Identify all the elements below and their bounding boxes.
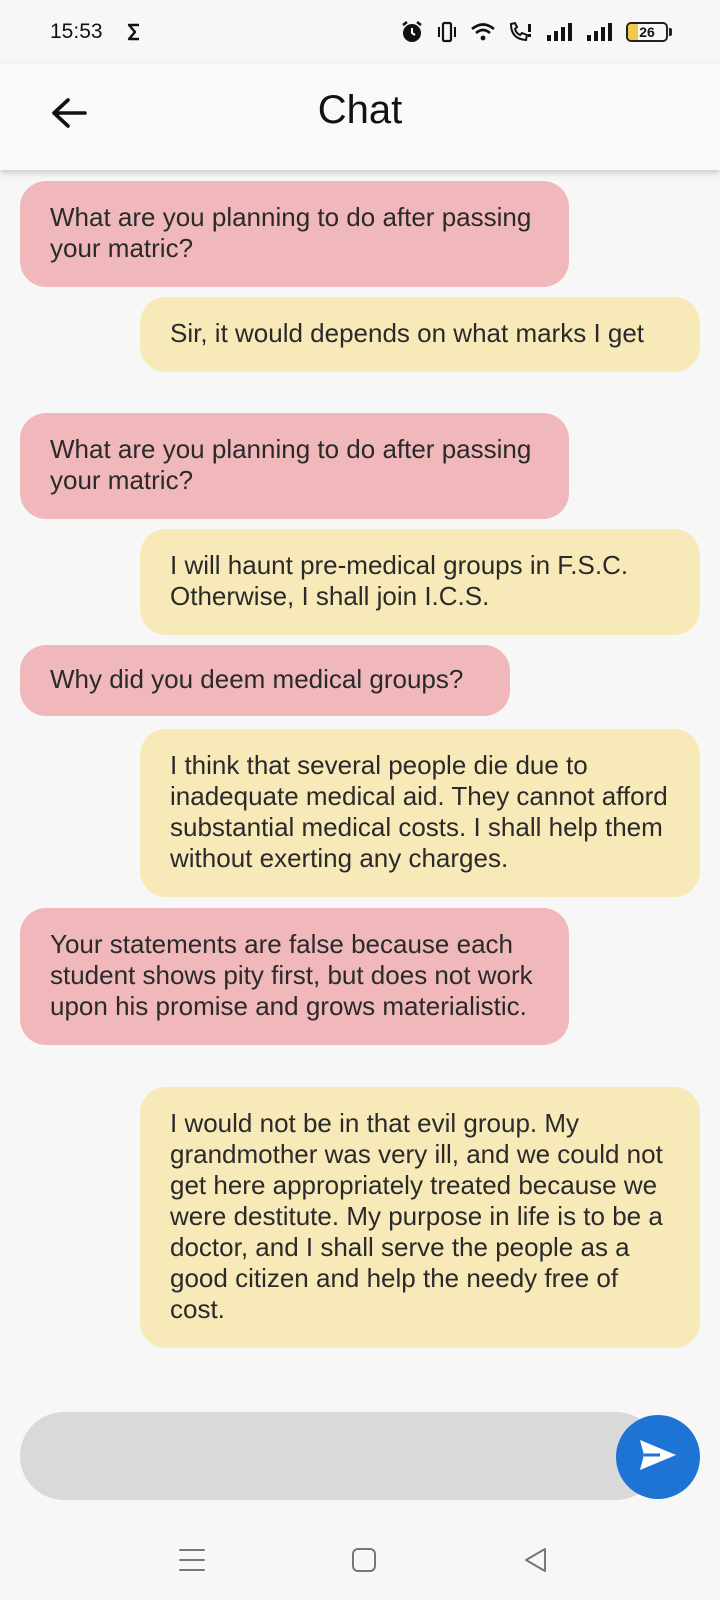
- status-left: 15:53: [50, 20, 143, 44]
- wifi-calling-icon: [508, 21, 534, 43]
- composer: [0, 1406, 720, 1506]
- battery-tip: [669, 28, 672, 36]
- message-received: Your statements are false because each s…: [20, 908, 569, 1045]
- battery-fill: [628, 24, 638, 40]
- message-received: What are you planning to do after passin…: [20, 413, 569, 519]
- status-right: 26: [400, 20, 672, 44]
- battery-body: 26: [626, 22, 668, 42]
- wifi-icon: [470, 21, 496, 43]
- status-time: 15:53: [50, 20, 103, 43]
- status-bar: 15:53 26: [0, 0, 720, 64]
- send-button[interactable]: [616, 1415, 700, 1499]
- home-button[interactable]: [344, 1542, 384, 1582]
- message-sent: I will haunt pre-medical groups in F.S.C…: [140, 529, 700, 635]
- signal-2-icon: [586, 21, 614, 43]
- battery-level: 26: [639, 24, 655, 40]
- message-sent: I think that several people die due to i…: [140, 729, 700, 897]
- send-icon: [638, 1437, 678, 1478]
- alarm-icon: [400, 20, 424, 44]
- vibrate-icon: [436, 21, 458, 43]
- battery-icon: 26: [626, 22, 672, 42]
- message-received: Why did you deem medical groups?: [20, 645, 510, 716]
- menu-icon: [178, 1546, 206, 1579]
- system-nav-bar: [0, 1520, 720, 1600]
- message-list[interactable]: What are you planning to do after passin…: [0, 170, 720, 1406]
- message-sent: Sir, it would depends on what marks I ge…: [140, 297, 700, 372]
- menu-button[interactable]: [172, 1542, 212, 1582]
- message-received: What are you planning to do after passin…: [20, 181, 569, 287]
- home-icon: [350, 1546, 378, 1579]
- page-title: Chat: [317, 88, 403, 132]
- message-sent: I would not be in that evil group. My gr…: [140, 1087, 700, 1348]
- app-bar: Chat: [0, 64, 720, 170]
- back-icon: [522, 1546, 550, 1579]
- data-saver-icon: [125, 21, 143, 43]
- signal-1-icon: [546, 21, 574, 43]
- nav-back-button[interactable]: [516, 1542, 556, 1582]
- message-input[interactable]: [20, 1412, 660, 1500]
